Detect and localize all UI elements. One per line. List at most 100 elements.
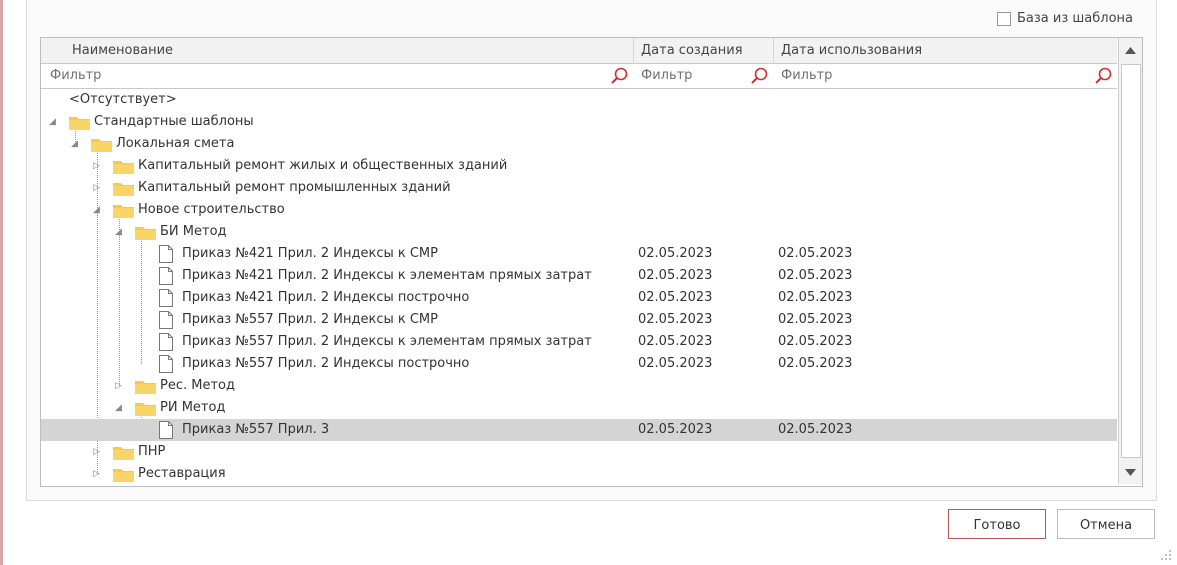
- document-icon: [159, 355, 173, 373]
- folder-icon: [113, 447, 134, 460]
- folder-icon: [113, 183, 134, 196]
- document-icon: [159, 267, 173, 285]
- column-header-created[interactable]: Дата создания: [641, 38, 743, 63]
- collapse-toggle[interactable]: ◢: [71, 139, 81, 149]
- tree-row[interactable]: ▷ ПНР: [41, 441, 1117, 463]
- tree-row[interactable]: ▷ Капитальный ремонт жилых и общественны…: [41, 155, 1117, 177]
- folder-icon: [69, 117, 90, 130]
- search-icon[interactable]: [1094, 67, 1112, 85]
- row-used-date: 02.05.2023: [778, 246, 853, 261]
- grid-header: Наименование Дата создания Дата использо…: [41, 38, 1117, 64]
- filter-used-input[interactable]: Фильтр: [781, 64, 832, 88]
- tree-row[interactable]: Приказ №421 Прил. 2 Индексы построчно 02…: [41, 287, 1117, 309]
- filter-row: Фильтр Фильтр Фильтр: [41, 64, 1117, 89]
- row-label: Приказ №557 Прил. 2 Индексы построчно: [182, 356, 470, 371]
- document-icon: [159, 289, 173, 307]
- row-label: ПНР: [138, 444, 166, 459]
- scroll-up-button[interactable]: [1119, 38, 1142, 62]
- collapse-toggle[interactable]: ◢: [49, 117, 59, 127]
- row-used-date: 02.05.2023: [778, 334, 853, 349]
- tree-row[interactable]: ▷ Реставрация: [41, 463, 1117, 485]
- row-created-date: 02.05.2023: [638, 312, 713, 327]
- tree-row[interactable]: Приказ №557 Прил. 2 Индексы к элементам …: [41, 331, 1117, 353]
- folder-icon: [135, 381, 156, 394]
- tree-row[interactable]: ▷ Капитальный ремонт промышленных зданий: [41, 177, 1117, 199]
- filter-name-input[interactable]: Фильтр: [50, 64, 101, 88]
- template-tree-grid: Наименование Дата создания Дата использо…: [40, 37, 1143, 487]
- filter-created-input[interactable]: Фильтр: [641, 64, 692, 88]
- vertical-scrollbar[interactable]: [1118, 38, 1142, 484]
- tree-row[interactable]: ◢ Новое строительство: [41, 199, 1117, 221]
- row-used-date: 02.05.2023: [778, 312, 853, 327]
- collapse-toggle[interactable]: ◢: [115, 403, 125, 413]
- row-label: Приказ №557 Прил. 2 Индексы к элементам …: [182, 334, 592, 349]
- tree-row[interactable]: Приказ №421 Прил. 2 Индексы к элементам …: [41, 265, 1117, 287]
- folder-icon: [113, 469, 134, 482]
- row-label: Приказ №421 Прил. 2 Индексы к СМР: [182, 246, 438, 261]
- row-label: Локальная смета: [116, 136, 235, 151]
- search-icon[interactable]: [750, 67, 768, 85]
- scroll-up-icon[interactable]: [1125, 46, 1136, 54]
- tree-row[interactable]: ◢ Стандартные шаблоны: [41, 111, 1117, 133]
- tree-row[interactable]: ◢ РИ Метод: [41, 397, 1117, 419]
- expand-toggle[interactable]: ▷: [93, 161, 103, 171]
- tree-row[interactable]: <Отсутствует>: [41, 89, 1117, 111]
- collapse-toggle[interactable]: ◢: [115, 227, 125, 237]
- window-edge: [0, 0, 3, 565]
- folder-icon: [135, 403, 156, 416]
- row-label: Рес. Метод: [160, 378, 235, 393]
- base-from-template-label: База из шаблона: [1017, 11, 1133, 26]
- row-label: Стандартные шаблоны: [94, 114, 254, 129]
- row-label: РИ Метод: [160, 400, 226, 415]
- scroll-down-button[interactable]: [1119, 460, 1142, 484]
- folder-icon: [91, 139, 112, 152]
- row-label: Приказ №421 Прил. 2 Индексы построчно: [182, 290, 470, 305]
- ok-button[interactable]: Готово: [948, 509, 1046, 539]
- expand-toggle[interactable]: ▷: [93, 447, 103, 457]
- row-label: Капитальный ремонт жилых и общественных …: [138, 158, 508, 173]
- row-created-date: 02.05.2023: [638, 422, 713, 437]
- row-label: Приказ №421 Прил. 2 Индексы к элементам …: [182, 268, 592, 283]
- row-created-date: 02.05.2023: [638, 268, 713, 283]
- cancel-button[interactable]: Отмена: [1057, 509, 1155, 539]
- document-icon: [159, 245, 173, 263]
- row-used-date: 02.05.2023: [778, 290, 853, 305]
- document-icon: [159, 311, 173, 329]
- row-created-date: 02.05.2023: [638, 334, 713, 349]
- column-header-used[interactable]: Дата использования: [781, 38, 922, 63]
- row-used-date: 02.05.2023: [778, 268, 853, 283]
- folder-icon: [113, 161, 134, 174]
- tree-row[interactable]: Приказ №557 Прил. 2 Индексы построчно 02…: [41, 353, 1117, 375]
- row-label: Капитальный ремонт промышленных зданий: [138, 180, 451, 195]
- search-icon[interactable]: [610, 67, 628, 85]
- row-label: БИ Метод: [160, 224, 227, 239]
- tree-row[interactable]: Приказ №421 Прил. 2 Индексы к СМР 02.05.…: [41, 243, 1117, 265]
- base-from-template-option[interactable]: База из шаблона: [997, 11, 1133, 26]
- tree-row[interactable]: ▷ Рес. Метод: [41, 375, 1117, 397]
- scroll-thumb[interactable]: [1121, 64, 1141, 458]
- column-header-name[interactable]: Наименование: [72, 38, 173, 63]
- expand-toggle[interactable]: ▷: [115, 381, 125, 391]
- collapse-toggle[interactable]: ◢: [93, 205, 103, 215]
- row-label: Новое строительство: [138, 202, 285, 217]
- tree-row[interactable]: ◢ Локальная смета: [41, 133, 1117, 155]
- row-label: <Отсутствует>: [69, 92, 177, 107]
- row-created-date: 02.05.2023: [638, 356, 713, 371]
- scroll-down-icon[interactable]: [1125, 468, 1136, 476]
- row-used-date: 02.05.2023: [778, 422, 853, 437]
- expand-toggle[interactable]: ▷: [93, 183, 103, 193]
- expand-toggle[interactable]: ▷: [93, 469, 103, 479]
- document-icon: [159, 421, 173, 439]
- row-label: Приказ №557 Прил. 2 Индексы к СМР: [182, 312, 438, 327]
- document-icon: [159, 333, 173, 351]
- folder-icon: [113, 205, 134, 218]
- tree-row-selected[interactable]: Приказ №557 Прил. 3 02.05.2023 02.05.202…: [41, 419, 1117, 441]
- resize-grip-icon[interactable]: [1160, 549, 1172, 561]
- tree-row[interactable]: Приказ №557 Прил. 2 Индексы к СМР 02.05.…: [41, 309, 1117, 331]
- row-label: Приказ №557 Прил. 3: [182, 422, 330, 437]
- tree-rows: <Отсутствует> ◢ Стандартные шаблоны ◢ Ло…: [41, 89, 1117, 485]
- base-from-template-checkbox[interactable]: [997, 11, 1011, 26]
- row-label: Реставрация: [138, 466, 226, 481]
- folder-icon: [135, 227, 156, 240]
- tree-row[interactable]: ◢ БИ Метод: [41, 221, 1117, 243]
